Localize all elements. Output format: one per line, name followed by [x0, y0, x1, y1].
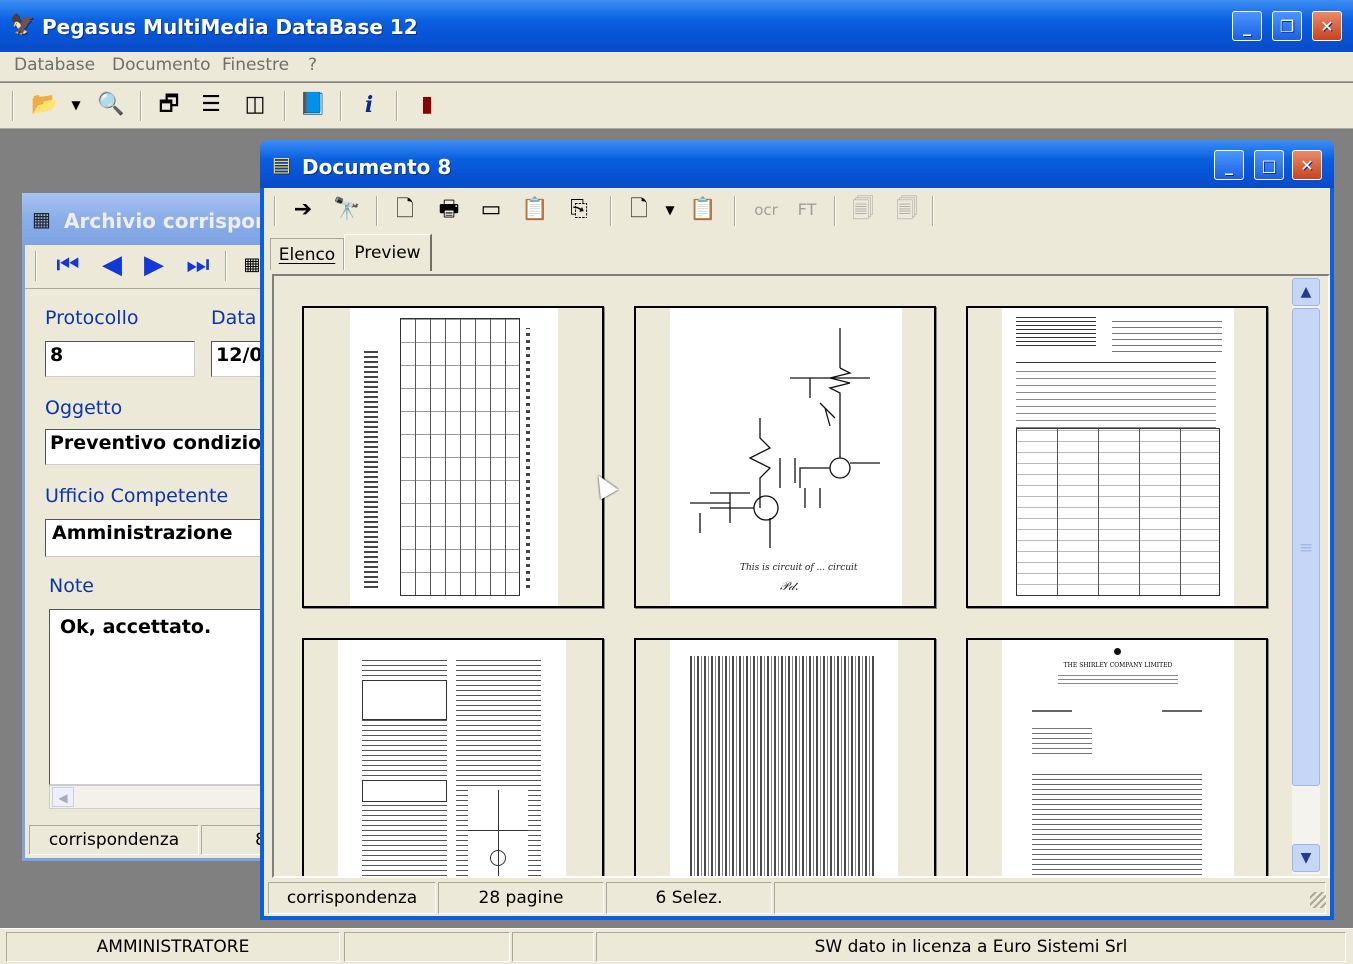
archive-window: ▦ Archivio corrispon ⏮ ◀ ▶ ⏭ ▦ Protocoll… [22, 193, 278, 861]
info-icon[interactable]: i [352, 90, 386, 120]
document-close-button[interactable]: ✕ [1292, 150, 1322, 180]
menu-help[interactable]: ? [308, 55, 317, 75]
page-6-image: THE SHIRLEY COMPANY LIMITED 𝒫𝒹. [1002, 640, 1234, 876]
forward-arrow-icon[interactable]: ➔ [286, 195, 320, 225]
thumbnail-page-3[interactable] [966, 306, 1268, 608]
binoculars-icon[interactable]: 🔭 [330, 195, 364, 225]
document-maximize-button[interactable]: □ [1254, 150, 1284, 180]
app-logo-icon: 🦅 [10, 12, 35, 36]
archive-status-category: corrispondenza [29, 825, 199, 855]
archive-icon: ▦ [32, 207, 51, 231]
paste-icon[interactable]: 📋 [686, 195, 720, 225]
menu-documento[interactable]: Documento [112, 55, 210, 75]
status-empty-1 [344, 932, 510, 962]
scroll-down-icon[interactable]: ▼ [1292, 844, 1320, 872]
search-key-icon[interactable]: 🔍 [94, 90, 128, 120]
menu-finestre[interactable]: Finestre [222, 55, 289, 75]
note-label: Note [49, 575, 94, 597]
minimize-button[interactable]: _ [1232, 11, 1262, 41]
thumbnail-page-4[interactable] [302, 638, 604, 876]
document-status-selected: 6 Selez. [606, 882, 772, 914]
page-1-image [350, 308, 558, 606]
document-title: Documento 8 [302, 155, 452, 179]
scanner-icon[interactable]: ▭ [474, 195, 508, 225]
tab-preview-label: Preview [354, 243, 421, 263]
tab-preview[interactable]: Preview [344, 234, 432, 271]
archive-title: Archivio corrispon [64, 209, 270, 233]
cascade-windows-icon[interactable]: 🗗 [152, 90, 186, 120]
document-minimize-button[interactable]: _ [1214, 150, 1244, 180]
oggetto-field[interactable]: Preventivo condizio [45, 429, 277, 465]
app-title-bar: 🦅 Pegasus MultiMedia DataBase 12 _ ❐ ✕ [0, 0, 1353, 52]
document-toolbar: ➔ 🔭 🗋 🖶 ▭ 📋 ⎘ 🗋 ▼ 📋 ocr FT 🗐 🗐 [264, 188, 1330, 234]
document-title-bar: ▤ Documento 8 _ □ ✕ [260, 140, 1334, 188]
svg-text:𝒫𝒹.: 𝒫𝒹. [780, 579, 799, 593]
preview-scrollbar[interactable]: ▲ ≡ ▼ [1292, 278, 1320, 874]
tile-vertical-icon[interactable]: ◫ [238, 90, 272, 120]
tab-elenco-label: Elenco [278, 244, 336, 265]
letter-heading: THE SHIRLEY COMPANY LIMITED [1063, 662, 1173, 669]
document-window: ▤ Documento 8 _ □ ✕ ➔ 🔭 🗋 🖶 ▭ 📋 ⎘ 🗋 ▼ 📋 … [260, 140, 1334, 920]
main-toolbar: 📂 ▼ 🔍 🗗 ☰ ◫ 📘 i ▮ [0, 83, 1353, 129]
ft-button[interactable]: FT [790, 195, 824, 225]
copy-icon[interactable]: ⎘ [562, 195, 596, 225]
note-field[interactable]: Ok, accettato. [49, 609, 277, 785]
open-folder-icon[interactable]: 📂 [28, 90, 62, 120]
printer-icon[interactable]: 🖶 [432, 195, 466, 225]
menu-bar: Database Documento Finestre ? [0, 52, 1353, 82]
protocollo-field[interactable]: 8 [45, 341, 195, 377]
thumbnail-page-2[interactable]: This is circuit of ... circuit 𝒫𝒹. [634, 306, 936, 608]
import-icon[interactable]: 📋 [518, 195, 552, 225]
status-user: AMMINISTRATORE [6, 932, 340, 962]
protocollo-label: Protocollo [45, 307, 139, 329]
note-scrollbar[interactable]: ◀ [49, 785, 277, 809]
page-5-image [670, 640, 898, 876]
preview-pane: ▲ ≡ ▼ This is circuit of ... circuit 𝒫𝒹.… [272, 274, 1330, 878]
scroll-up-icon[interactable]: ▲ [1292, 278, 1320, 306]
restore-button[interactable]: ❐ [1272, 11, 1302, 41]
document-icon: ▤ [272, 152, 291, 176]
thumbnail-page-1[interactable] [302, 306, 604, 608]
page-4-image [338, 640, 566, 876]
resize-grip-icon[interactable] [1310, 892, 1326, 908]
last-record-icon[interactable]: ⏭ [181, 250, 215, 280]
archive-nav-toolbar: ⏮ ◀ ▶ ⏭ ▦ [25, 245, 272, 289]
document-status-empty [774, 882, 1326, 914]
ocr-button[interactable]: ocr [746, 195, 786, 225]
book-icon[interactable]: 📘 [296, 90, 330, 120]
previous-record-icon[interactable]: ◀ [95, 250, 129, 280]
menu-database[interactable]: Database [14, 55, 95, 75]
first-record-icon[interactable]: ⏮ [51, 250, 85, 280]
next-record-icon[interactable]: ▶ [137, 250, 171, 280]
status-empty-2 [512, 932, 594, 962]
app-title: Pegasus MultiMedia DataBase 12 [42, 15, 418, 39]
thumbnail-page-6[interactable]: THE SHIRLEY COMPANY LIMITED 𝒫𝒹. [966, 638, 1268, 876]
print-preview-icon[interactable]: 🗋 [388, 195, 422, 225]
main-status-bar: AMMINISTRATORE SW dato in licenza a Euro… [0, 928, 1353, 964]
ufficio-field[interactable]: Amministrazione [45, 519, 277, 557]
oggetto-label: Oggetto [45, 397, 123, 419]
status-license: SW dato in licenza a Euro Sistemi Srl [596, 932, 1346, 962]
exit-door-icon[interactable]: ▮ [410, 90, 444, 120]
close-button[interactable]: ✕ [1312, 11, 1342, 41]
page-2-image: This is circuit of ... circuit 𝒫𝒹. [670, 308, 902, 606]
tab-elenco[interactable]: Elenco [270, 238, 344, 270]
import-disabled-icon[interactable]: 🗐 [890, 195, 924, 225]
tile-horizontal-icon[interactable]: ☰ [194, 90, 228, 120]
ufficio-label: Ufficio Competente [45, 485, 229, 507]
new-dropdown-arrow-icon[interactable]: ▼ [662, 195, 678, 225]
page-3-image [1002, 308, 1234, 606]
document-status-pages: 28 pagine [438, 882, 604, 914]
archive-title-bar: ▦ Archivio corrispon [22, 193, 278, 245]
circuit-caption: This is circuit of ... circuit [740, 563, 858, 573]
new-page-icon[interactable]: 🗋 [622, 195, 656, 225]
scroll-left-icon[interactable]: ◀ [52, 787, 74, 807]
scroll-thumb[interactable]: ≡ [1292, 308, 1320, 786]
export-icon[interactable]: 🗐 [846, 195, 880, 225]
thumbnail-page-5[interactable] [634, 638, 936, 876]
data-label: Data [211, 307, 257, 329]
document-status-category: corrispondenza [268, 882, 436, 914]
dropdown-arrow-icon[interactable]: ▼ [68, 90, 84, 120]
